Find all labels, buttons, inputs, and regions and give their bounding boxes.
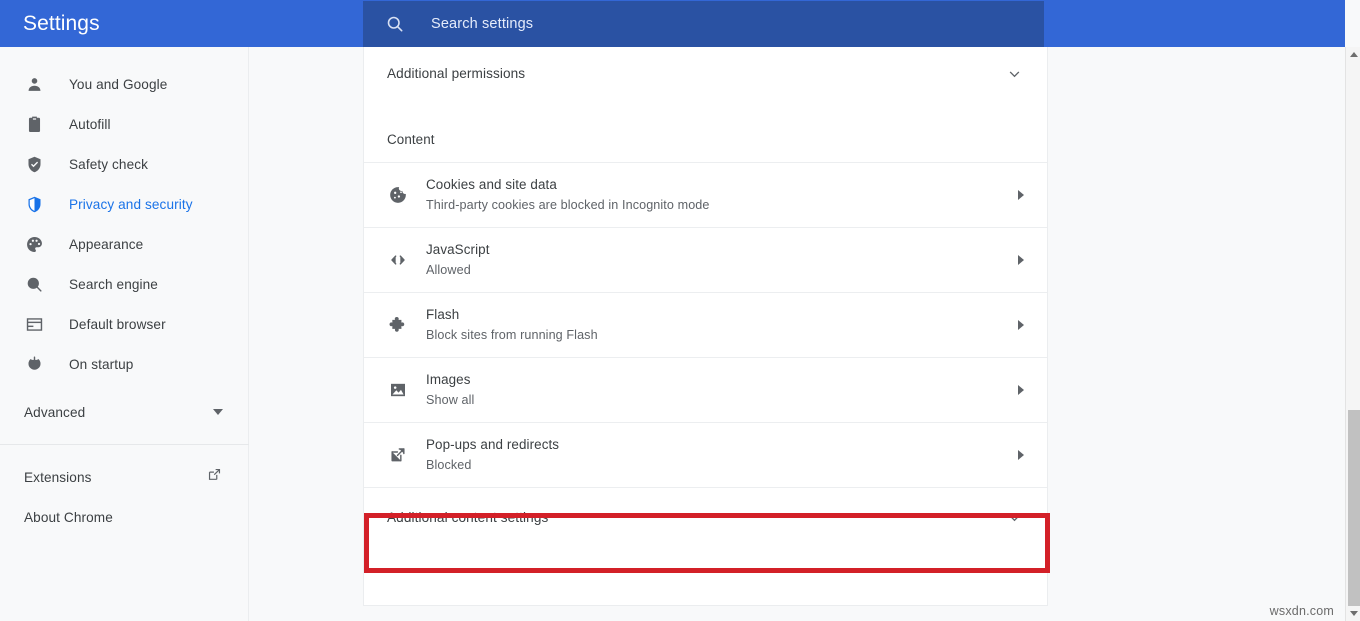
setting-row-javascript[interactable]: JavaScript Allowed [364,227,1047,292]
additional-content-settings-row[interactable]: Additional content settings [364,487,1047,547]
cookie-icon [387,185,409,205]
sidebar-item-extensions[interactable]: Extensions [0,457,248,497]
setting-row-images[interactable]: Images Show all [364,357,1047,422]
section-header-content: Content [387,131,435,147]
clipboard-icon [24,114,44,134]
sidebar-item-label: Default browser [69,316,166,332]
watermark: wsxdn.com [1269,604,1334,618]
additional-permissions-label: Additional permissions [387,65,526,81]
image-icon [387,380,409,400]
search-icon [24,274,44,294]
sidebar-item-label: On startup [69,356,134,372]
sidebar: You and Google Autofill Safety check Pri… [0,47,249,621]
sidebar-item-on-startup[interactable]: On startup [0,344,248,384]
arrow-right-icon [1018,385,1024,395]
setting-row-popups[interactable]: Pop-ups and redirects Blocked [364,422,1047,487]
arrow-right-icon [1018,450,1024,460]
setting-text: Images Show all [426,370,474,410]
sidebar-item-label: You and Google [69,76,168,92]
sidebar-item-about-chrome[interactable]: About Chrome [0,497,248,537]
card-bottom-filler [364,547,1047,605]
sidebar-item-label: Extensions [24,469,92,485]
browser-window-icon [24,314,44,334]
settings-card: Allow recently closed sites to finish se… [364,0,1047,605]
scroll-up-arrow-icon[interactable] [1346,47,1360,62]
setting-text: JavaScript Allowed [426,240,490,280]
external-link-icon [206,466,223,488]
sidebar-item-label: Safety check [69,156,149,172]
additional-permissions-row[interactable]: Additional permissions [364,44,1047,102]
setting-title: Images [426,372,471,387]
sidebar-item-default-browser[interactable]: Default browser [0,304,248,344]
sidebar-item-privacy-and-security[interactable]: Privacy and security [0,184,248,224]
setting-subtitle: Block sites from running Flash [426,328,598,342]
search-icon [385,14,405,34]
scroll-down-arrow-icon[interactable] [1346,606,1360,621]
shield-icon [24,194,44,214]
sidebar-item-safety-check[interactable]: Safety check [0,144,248,184]
chevron-down-icon [1005,508,1024,527]
setting-title: Cookies and site data [426,177,557,192]
setting-text: Cookies and site data Third-party cookie… [426,175,710,215]
setting-subtitle: Show all [426,393,475,407]
page-scrollbar[interactable] [1345,47,1360,621]
power-icon [24,354,44,374]
arrow-right-icon [1018,255,1024,265]
shield-check-icon [24,154,44,174]
palette-icon [24,234,44,254]
sidebar-item-appearance[interactable]: Appearance [0,224,248,264]
sidebar-item-advanced[interactable]: Advanced [0,392,248,432]
page-title: Settings [23,11,100,35]
app-header: Settings Search settings [0,0,1345,47]
sidebar-item-label: Privacy and security [69,196,193,212]
section-spacer [364,102,1047,116]
setting-title: Flash [426,307,460,322]
sidebar-item-search-engine[interactable]: Search engine [0,264,248,304]
sidebar-item-label: Appearance [69,236,144,252]
scrollbar-thumb[interactable] [1348,410,1360,606]
setting-text: Pop-ups and redirects Blocked [426,435,559,475]
sidebar-item-label: About Chrome [24,509,113,525]
content-area: Allow recently closed sites to finish se… [249,0,1345,621]
sidebar-item-label: Search engine [69,276,158,292]
external-link-icon [387,445,409,465]
sidebar-item-you-and-google[interactable]: You and Google [0,64,248,104]
search-input[interactable]: Search settings [363,0,1044,47]
setting-row-flash[interactable]: Flash Block sites from running Flash [364,292,1047,357]
setting-subtitle: Allowed [426,263,471,277]
sidebar-item-label: Advanced [24,404,86,420]
code-brackets-icon [387,250,409,270]
chevron-down-icon [1005,64,1024,83]
puzzle-piece-icon [387,315,409,335]
arrow-right-icon [1018,320,1024,330]
caret-down-icon [213,409,223,415]
additional-content-settings-label: Additional content settings [387,510,549,525]
sidebar-item-autofill[interactable]: Autofill [0,104,248,144]
setting-text: Flash Block sites from running Flash [426,305,598,345]
settings-page: Settings Search settings You and Google … [0,0,1360,621]
setting-title: JavaScript [426,242,490,257]
setting-subtitle: Blocked [426,458,472,472]
sidebar-divider [0,444,249,445]
search-placeholder: Search settings [431,15,534,32]
setting-row-cookies[interactable]: Cookies and site data Third-party cookie… [364,162,1047,227]
person-icon [24,74,44,94]
setting-subtitle: Third-party cookies are blocked in Incog… [426,198,710,212]
arrow-right-icon [1018,190,1024,200]
setting-title: Pop-ups and redirects [426,437,560,452]
sidebar-item-label: Autofill [69,116,111,132]
